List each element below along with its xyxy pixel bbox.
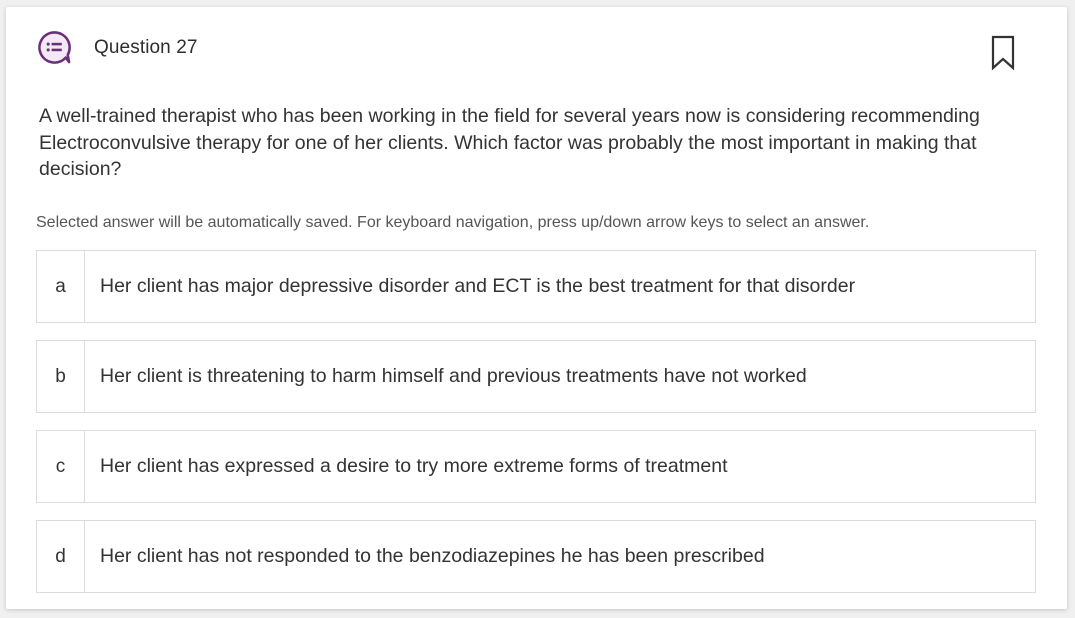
answer-option-d[interactable]: d Her client has not responded to the be… (36, 520, 1036, 593)
bookmark-icon[interactable] (991, 35, 1015, 71)
question-card: Question 27 A well-trained therapist who… (6, 7, 1067, 609)
answer-text: Her client is threatening to harm himsel… (100, 365, 807, 387)
answer-letter: d (37, 521, 85, 592)
answer-text: Her client has not responded to the benz… (100, 545, 765, 567)
answer-instructions: Selected answer will be automatically sa… (36, 214, 870, 231)
question-title: Question 27 (94, 37, 198, 58)
answer-option-b[interactable]: b Her client is threatening to harm hims… (36, 340, 1036, 413)
answer-text: Her client has major depressive disorder… (100, 275, 856, 297)
question-list-icon (38, 31, 71, 64)
answer-letter: b (37, 341, 85, 412)
answer-text: Her client has expressed a desire to try… (100, 455, 728, 477)
question-text: A well-trained therapist who has been wo… (39, 105, 980, 180)
answer-option-c[interactable]: c Her client has expressed a desire to t… (36, 430, 1036, 503)
answer-letter: c (37, 431, 85, 502)
answer-option-a[interactable]: a Her client has major depressive disord… (36, 250, 1036, 323)
answer-letter: a (37, 251, 85, 322)
answer-list: a Her client has major depressive disord… (36, 250, 1036, 610)
